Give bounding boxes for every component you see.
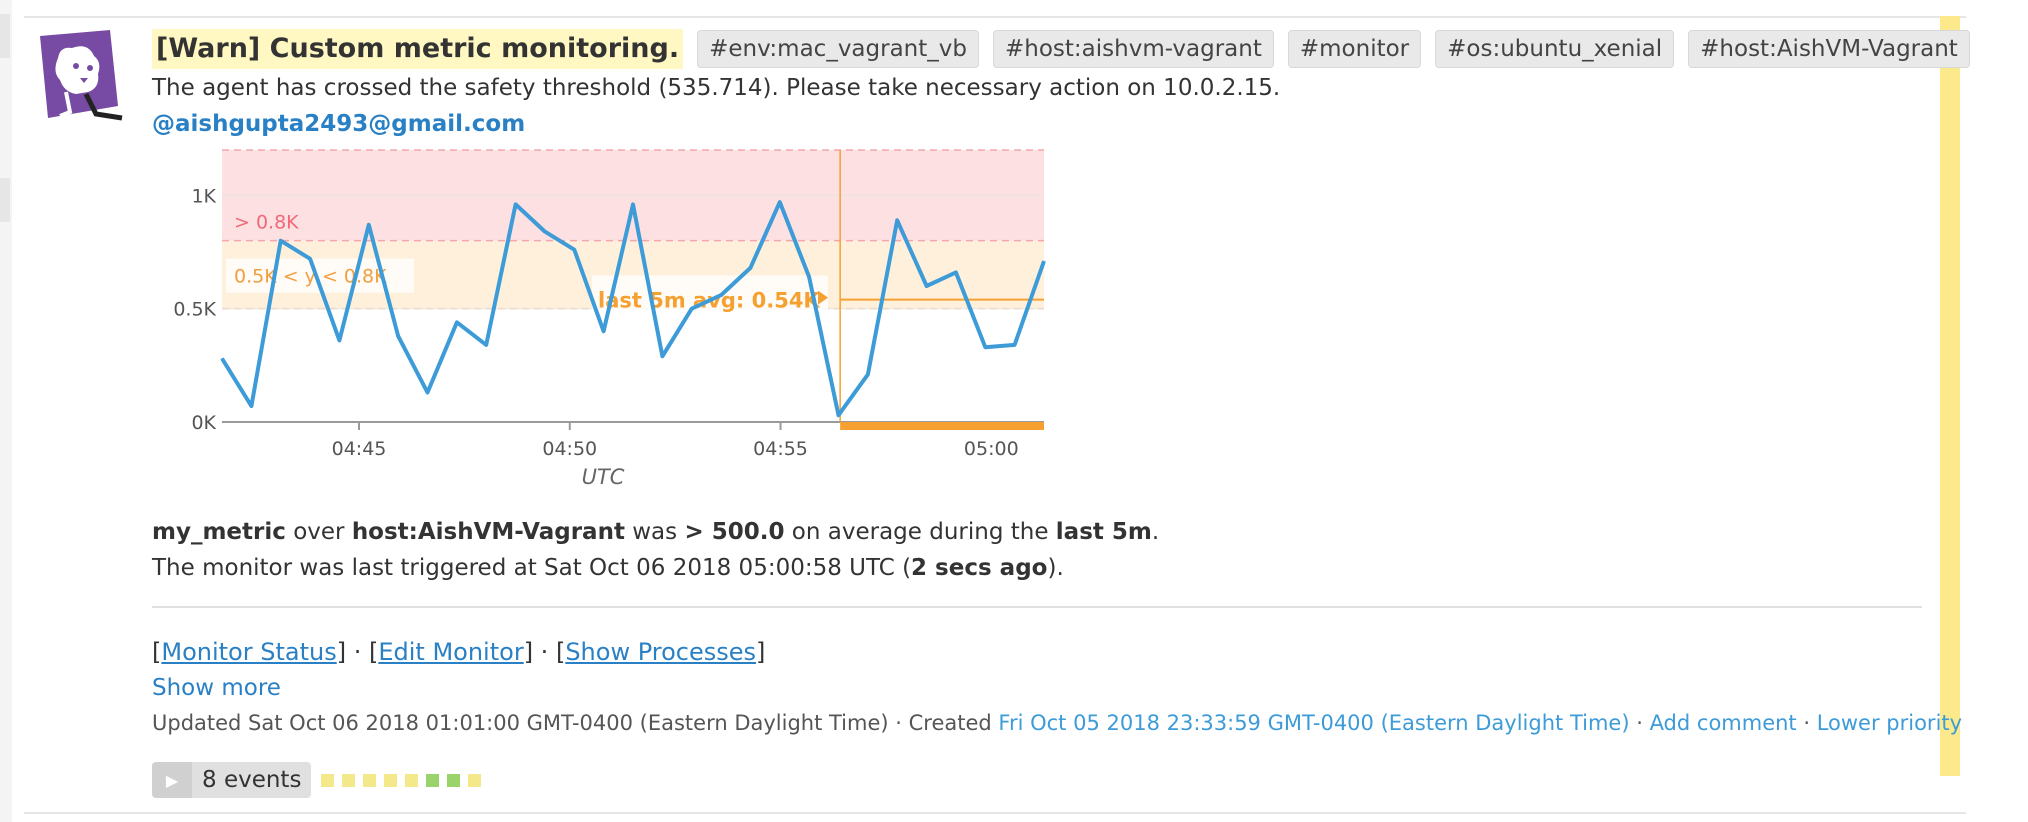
event-title[interactable]: [Warn] Custom metric monitoring. [152,29,684,69]
condition: > 500.0 [684,519,785,545]
data-point [368,224,370,226]
event-status-squares [321,773,489,787]
summary-period: . [1151,519,1160,545]
left-strip-mark [0,14,10,58]
data-point [338,339,340,341]
triggered-prefix: The monitor was last triggered at Sat Oc… [152,555,912,581]
data-point [720,294,722,296]
tag-env[interactable]: #env:mac_vagrant_vb [697,30,979,68]
data-point [867,373,869,375]
severity-bar [1940,16,1960,776]
x-tick-label: 05:00 [964,438,1019,460]
datadog-logo [40,30,123,121]
event-status-square[interactable] [363,773,377,787]
data-point [221,358,223,360]
scope-name: host:AishVM-Vagrant [351,519,625,545]
tag-monitor[interactable]: #monitor [1287,30,1422,68]
events-row: ▶ 8 events [152,762,489,798]
play-icon: ▶ [152,762,192,798]
data-point [984,346,986,348]
event-meta: Updated Sat Oct 06 2018 01:01:00 GMT-040… [152,711,1963,735]
data-point [749,267,751,269]
event-message: The agent has crossed the safety thresho… [152,75,1281,101]
triggered-suffix: ). [1047,555,1064,581]
data-point [896,219,898,221]
event-status-square[interactable] [426,773,440,787]
add-comment-link[interactable]: Add comment [1650,711,1797,735]
data-point [779,201,781,203]
tag-os[interactable]: #os:ubuntu_xenial [1435,30,1675,68]
critical-threshold-label: > 0.8K [234,212,299,234]
time-window: last 5m [1055,519,1152,545]
tag-host[interactable]: #host:AishVM-Vagrant [1688,30,1970,68]
action-links: [Monitor Status] · [Edit Monitor] · [Sho… [152,638,766,666]
data-point [280,240,282,242]
y-tick-label: 0K [191,412,216,434]
data-point [573,249,575,251]
summary: my_metric over host:AishVM-Vagrant was >… [152,514,1159,586]
summary-over: over [285,519,352,545]
data-point [515,203,517,205]
event-status-square[interactable] [405,773,419,787]
summary-was: was [624,519,685,545]
data-point [1043,260,1045,262]
y-tick-label: 0.5K [173,299,216,321]
y-tick-label: 1K [191,185,216,207]
mention-link[interactable]: @aishgupta2493@gmail.com [152,106,1922,142]
show-processes-link[interactable]: Show Processes [565,638,756,666]
metric-name: my_metric [152,519,286,545]
title-row: [Warn] Custom metric monitoring. #env:ma… [152,28,1970,70]
data-point [661,355,663,357]
top-divider [24,16,1966,18]
x-tick-label: 04:55 [753,438,808,460]
monitor-status-link[interactable]: Monitor Status [161,638,336,666]
tag-host-lower[interactable]: #host:aishvm-vagrant [993,30,1274,68]
event-status-square[interactable] [342,773,356,787]
event-status-square[interactable] [321,773,335,787]
events-toggle-button[interactable]: ▶ 8 events [152,762,312,798]
summary-avg: on average during the [784,519,1056,545]
triggered-ago: 2 secs ago [911,555,1048,581]
warning-threshold-label: 0.5K < y < 0.8K [234,266,387,288]
data-point [456,321,458,323]
left-strip-mark [0,178,10,222]
edit-monitor-link[interactable]: Edit Monitor [378,638,523,666]
updated-text: Updated Sat Oct 06 2018 01:01:00 GMT-040… [152,711,999,735]
bottom-divider [24,812,1966,814]
data-point [955,271,957,273]
event-content: [Warn] Custom metric monitoring. #env:ma… [152,28,1970,504]
lower-priority-link[interactable]: Lower priority [1817,711,1962,735]
content-divider [152,606,1922,608]
event-status-square[interactable] [384,773,398,787]
left-strip [0,0,12,822]
data-point [397,335,399,337]
evaluation-window-bar [840,422,1044,430]
event-status-square[interactable] [468,773,482,787]
data-point [309,258,311,260]
data-point [632,203,634,205]
x-axis-label: UTC [582,465,625,489]
show-more-link[interactable]: Show more [152,670,281,706]
data-point [808,276,810,278]
data-point [485,344,487,346]
data-point [691,308,693,310]
data-point [544,231,546,233]
x-tick-label: 04:50 [542,438,597,460]
created-link[interactable]: Fri Oct 05 2018 23:33:59 GMT-0400 (Easte… [998,711,1629,735]
summary-line-1: my_metric over host:AishVM-Vagrant was >… [152,514,1159,550]
metric-chart: 0K 0.5K 1K 04:45 04:50 04:55 05:00 UTC > 0.8K 0.5… [152,144,1052,504]
summary-line-2: The monitor was last triggered at Sat Oc… [152,550,1159,586]
data-point [427,392,428,394]
event-status-square[interactable] [447,773,461,787]
data-point [250,405,252,407]
chart-svg: 0K 0.5K 1K 04:45 04:50 04:55 05:00 UTC > 0.8K 0.5… [173,149,1046,489]
data-point [603,330,605,332]
data-point [838,414,839,416]
data-point [926,285,928,287]
events-count: 8 events [202,767,302,793]
x-tick-label: 04:45 [332,438,387,460]
data-point [1014,344,1016,346]
